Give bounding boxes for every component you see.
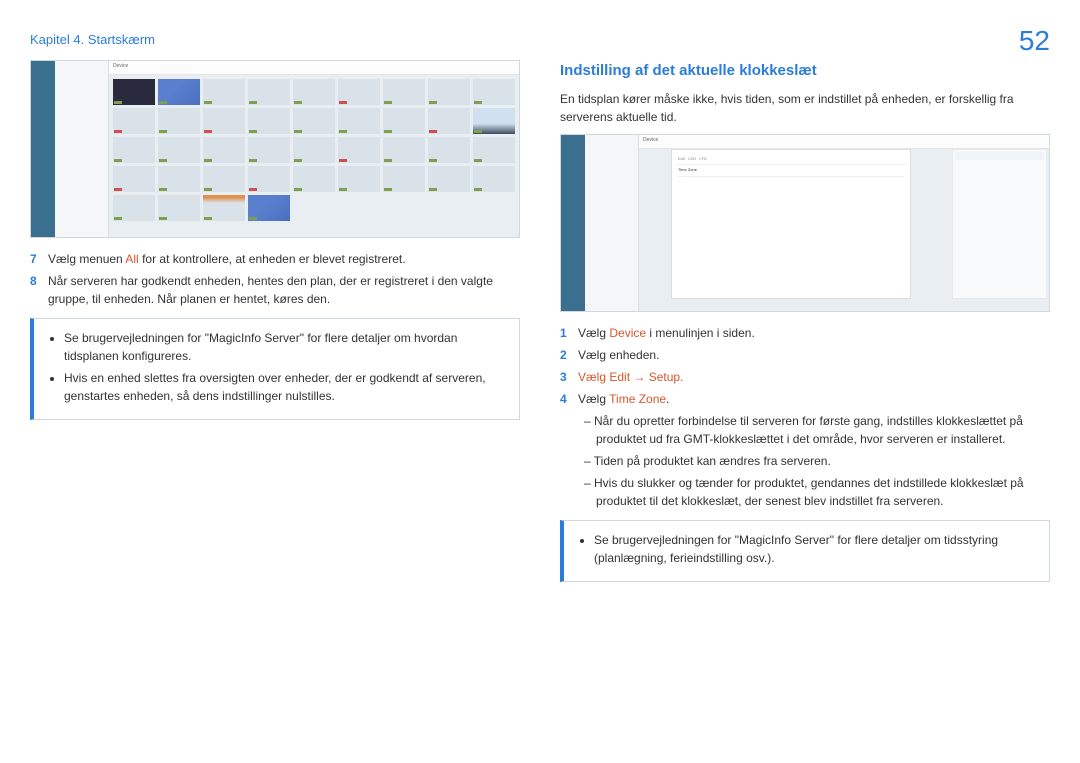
step-num: 3 — [560, 368, 570, 386]
section-title: Indstilling af det aktuelle klokkeslæt — [560, 60, 1050, 83]
content-columns: Device 7 Vælg menuen All for at kontroll… — [30, 60, 1050, 583]
document-page: Kapitel 4. Startskærm 52 Device 7 — [0, 0, 1080, 763]
header: Kapitel 4. Startskærm 52 — [30, 30, 1050, 50]
left-note-box: Se brugervejledningen for "MagicInfo Ser… — [30, 318, 520, 420]
ss-side-panel — [952, 149, 1047, 299]
chapter-title: Kapitel 4. Startskærm — [30, 30, 155, 50]
highlight-all: All — [125, 252, 138, 266]
ss-toolbar: Device — [639, 135, 1049, 149]
step-num: 4 — [560, 390, 570, 408]
dash-item: Tiden på produktet kan ændres fra server… — [584, 452, 1050, 470]
highlight-timezone: Time Zone — [609, 392, 666, 406]
step-text: Vælg menuen All for at kontrollere, at e… — [48, 250, 520, 268]
step-2: 2 Vælg enheden. — [560, 346, 1050, 364]
step-text: Når serveren har godkendt enheden, hente… — [48, 272, 520, 308]
ss-edit-panel: Edit LED LFD Time Zone · · — [671, 149, 911, 299]
step-8: 8 Når serveren har godkendt enheden, hen… — [30, 272, 520, 308]
ss-sidebar — [561, 135, 585, 311]
screenshot-device-edit: Device Edit LED LFD Time Zone · · — [560, 134, 1050, 312]
ss-device-label: Device — [113, 63, 128, 69]
page-number: 52 — [1019, 20, 1050, 62]
step-num: 8 — [30, 272, 40, 308]
ss-grid — [109, 75, 519, 237]
ss-nav-panel — [55, 61, 109, 237]
ss-toolbar: Device — [109, 61, 519, 75]
highlight-device: Device — [609, 326, 646, 340]
intro-text: En tidsplan kører måske ikke, hvis tiden… — [560, 90, 1050, 126]
screenshot-device-grid: Device — [30, 60, 520, 238]
step-num: 1 — [560, 324, 570, 342]
note-item: Se brugervejledningen for "MagicInfo Ser… — [64, 329, 507, 365]
right-steps: 1 Vælg Device i menulinjen i siden. 2 Væ… — [560, 324, 1050, 408]
ss-sidebar — [31, 61, 55, 237]
note-item: Hvis en enhed slettes fra oversigten ove… — [64, 369, 507, 405]
dash-item: Hvis du slukker og tænder for produktet,… — [584, 474, 1050, 510]
left-steps: 7 Vælg menuen All for at kontrollere, at… — [30, 250, 520, 308]
dash-list: Når du opretter forbindelse til serveren… — [560, 412, 1050, 510]
step-num: 7 — [30, 250, 40, 268]
step-1: 1 Vælg Device i menulinjen i siden. — [560, 324, 1050, 342]
step-4: 4 Vælg Time Zone. — [560, 390, 1050, 408]
ss-device-label: Device — [643, 137, 658, 143]
step-7: 7 Vælg menuen All for at kontrollere, at… — [30, 250, 520, 268]
note-item: Se brugervejledningen for "MagicInfo Ser… — [594, 531, 1037, 567]
right-column: Indstilling af det aktuelle klokkeslæt E… — [560, 60, 1050, 583]
step-3: 3 Vælg Edit → Setup. — [560, 368, 1050, 386]
highlight-edit-setup: Edit → Setup — [609, 370, 680, 384]
ss-nav-panel — [585, 135, 639, 311]
step-text: Vælg Time Zone. — [578, 390, 1050, 408]
right-note-box: Se brugervejledningen for "MagicInfo Ser… — [560, 520, 1050, 582]
dash-item: Når du opretter forbindelse til serveren… — [584, 412, 1050, 448]
left-column: Device 7 Vælg menuen All for at kontroll… — [30, 60, 520, 583]
step-text: Vælg Device i menulinjen i siden. — [578, 324, 1050, 342]
step-text: Vælg enheden. — [578, 346, 1050, 364]
step-num: 2 — [560, 346, 570, 364]
step-text: Vælg Edit → Setup. — [578, 368, 1050, 386]
